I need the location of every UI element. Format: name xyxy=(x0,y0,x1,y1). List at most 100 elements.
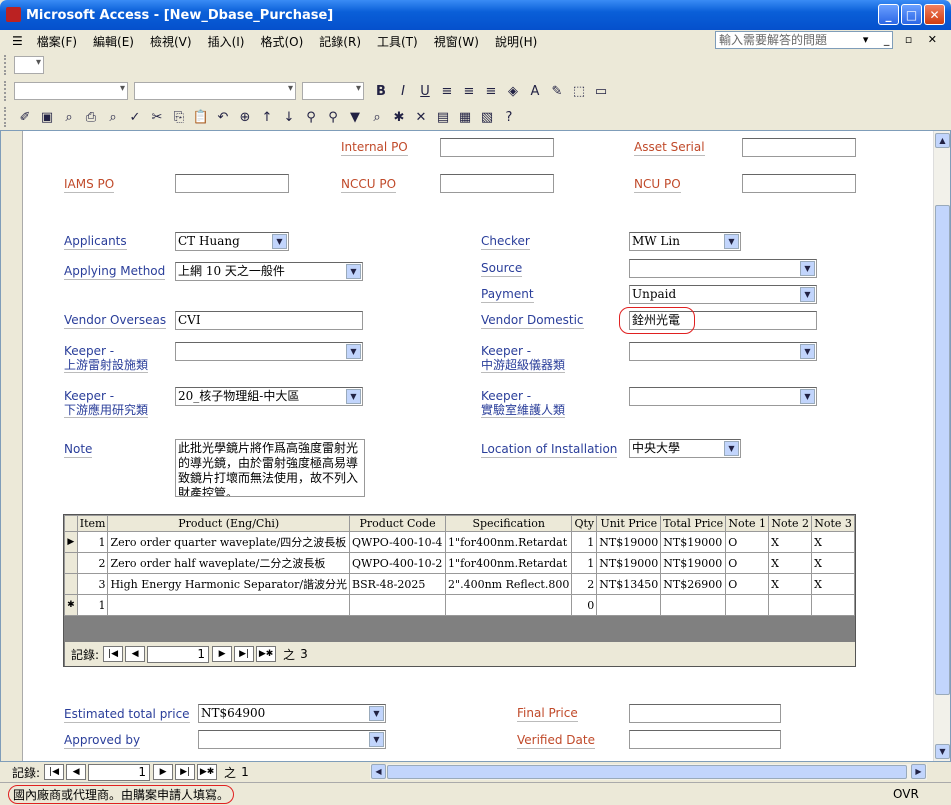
line-width-icon[interactable]: ▭ xyxy=(590,81,612,101)
estimated-total-combo[interactable]: NT$64900 ▼ xyxy=(198,704,386,723)
scroll-left-icon[interactable]: ◀ xyxy=(371,764,386,779)
checker-combo[interactable]: MW Lin ▼ xyxy=(629,232,741,251)
menu-file[interactable]: 檔案(F) xyxy=(29,33,85,50)
vertical-scroll-thumb[interactable] xyxy=(935,205,950,695)
col-header-product-code[interactable]: Product Code xyxy=(349,515,447,532)
italic-icon[interactable]: I xyxy=(392,81,414,101)
current-record-arrow-icon[interactable]: ▶ xyxy=(64,531,78,553)
asset-serial-field[interactable] xyxy=(742,138,856,157)
new-record-icon[interactable]: ✱ xyxy=(388,107,410,127)
cell-item[interactable]: 1 xyxy=(76,594,109,616)
sort-descending-icon[interactable]: ↓ xyxy=(278,107,300,127)
menu-tools[interactable]: 工具(T) xyxy=(369,33,426,50)
cell-item[interactable]: 1 xyxy=(76,531,109,553)
horizontal-scrollbar[interactable]: ◀ ▶ xyxy=(370,764,927,780)
table-row[interactable]: ▶ 1 Zero order quarter waveplate/四分之波長板 … xyxy=(64,531,855,553)
cell-unit-price[interactable]: NT$13450 xyxy=(596,573,662,595)
undo-icon[interactable]: ↶ xyxy=(212,107,234,127)
select-all-header[interactable] xyxy=(64,515,78,532)
record-selector-bar[interactable] xyxy=(1,131,23,761)
design-view-icon[interactable]: ✐ xyxy=(14,107,36,127)
line-color-icon[interactable]: ✎ xyxy=(546,81,568,101)
applying-method-combo[interactable]: 上網 10 天之一般件 ▼ xyxy=(175,262,363,281)
form-record-number[interactable]: 1 xyxy=(88,763,151,781)
keeper2-combo[interactable]: ▼ xyxy=(629,342,817,361)
chevron-down-icon[interactable]: ▼ xyxy=(272,234,287,249)
copy-icon[interactable]: ⎘ xyxy=(168,107,190,127)
vendor-overseas-field[interactable]: CVI xyxy=(175,311,363,330)
cell-total-price[interactable]: NT$26900 xyxy=(660,573,727,595)
menu-view[interactable]: 檢視(V) xyxy=(142,33,200,50)
cell-qty[interactable]: 0 xyxy=(571,594,598,616)
note-textarea[interactable]: 此批光學鏡片將作爲高強度雷射光的導光鏡，由於雷射強度極高易導致鏡片打壞而無法使用… xyxy=(175,439,365,497)
keeper4-combo[interactable]: ▼ xyxy=(629,387,817,406)
col-header-note2[interactable]: Note 2 xyxy=(768,515,813,532)
menu-insert[interactable]: 插入(I) xyxy=(200,33,253,50)
chevron-down-icon[interactable]: ▼ xyxy=(369,732,384,747)
cell-item[interactable]: 3 xyxy=(76,573,109,595)
maximize-button[interactable]: □ xyxy=(901,4,922,25)
cell-note1[interactable]: O xyxy=(725,552,770,574)
toolbar-grip[interactable] xyxy=(4,55,10,75)
first-record-icon[interactable]: |◀ xyxy=(103,646,124,662)
col-header-note1[interactable]: Note 1 xyxy=(725,515,770,532)
align-right-icon[interactable]: ≡ xyxy=(480,81,502,101)
table-row[interactable]: 3 High Energy Harmonic Separator/諧波分光 BS… xyxy=(64,573,855,595)
chevron-down-icon[interactable]: ▼ xyxy=(346,389,361,404)
toolbar-grip[interactable] xyxy=(4,81,10,101)
filter-by-selection-icon[interactable]: ⚲ xyxy=(300,107,322,127)
help-icon[interactable]: ? xyxy=(498,107,520,127)
cell-product-code[interactable]: BSR-48-2025 xyxy=(349,573,447,595)
cell-specification[interactable]: 1"for400nm.Retardat xyxy=(445,552,573,574)
cell-unit-price[interactable]: NT$19000 xyxy=(596,552,662,574)
menu-edit[interactable]: 編輯(E) xyxy=(85,33,142,50)
cell-qty[interactable]: 2 xyxy=(571,573,598,595)
col-header-product[interactable]: Product (Eng/Chi) xyxy=(107,515,351,532)
cut-icon[interactable]: ✂ xyxy=(146,107,168,127)
cell-product-code[interactable]: QWPO-400-10-4 xyxy=(349,531,447,553)
col-header-total-price[interactable]: Total Price xyxy=(660,515,727,532)
chevron-down-icon[interactable]: ▼ xyxy=(724,441,739,456)
menu-window[interactable]: 視窗(W) xyxy=(426,33,487,50)
filter-by-form-icon[interactable]: ⚲ xyxy=(322,107,344,127)
close-button[interactable]: ✕ xyxy=(924,4,945,25)
print-preview-icon[interactable]: ⌕ xyxy=(102,107,124,127)
paste-icon[interactable]: 📋 xyxy=(190,107,212,127)
cell-product[interactable]: Zero order half waveplate/二分之波長板 xyxy=(107,552,351,574)
database-window-icon[interactable]: ▦ xyxy=(454,107,476,127)
prev-record-icon[interactable]: ◀ xyxy=(66,764,87,780)
scroll-right-icon[interactable]: ▶ xyxy=(911,764,926,779)
chevron-down-icon[interactable]: ▼ xyxy=(800,261,815,276)
row-selector[interactable] xyxy=(64,552,78,574)
cell-product[interactable] xyxy=(107,594,351,616)
cell-product-code[interactable] xyxy=(349,594,447,616)
cell-specification[interactable] xyxy=(445,594,573,616)
source-combo[interactable]: ▼ xyxy=(629,259,817,278)
cell-total-price[interactable]: NT$19000 xyxy=(660,552,727,574)
cell-note2[interactable]: X xyxy=(768,573,813,595)
applicants-combo[interactable]: CT Huang ▼ xyxy=(175,232,289,251)
border-icon[interactable]: ⬚ xyxy=(568,81,590,101)
col-header-item[interactable]: Item xyxy=(76,515,109,532)
cell-product[interactable]: Zero order quarter waveplate/四分之波長板 xyxy=(107,531,351,553)
new-record-nav-icon[interactable]: ▶✱ xyxy=(197,764,218,780)
iams-po-field[interactable] xyxy=(175,174,289,193)
table-row[interactable]: 2 Zero order half waveplate/二分之波長板 QWPO-… xyxy=(64,552,855,574)
sort-ascending-icon[interactable]: ↑ xyxy=(256,107,278,127)
chevron-down-icon[interactable]: ▼ xyxy=(346,344,361,359)
cell-unit-price[interactable] xyxy=(596,594,662,616)
horizontal-scroll-thumb[interactable] xyxy=(387,765,907,779)
toolbar-grip[interactable] xyxy=(4,107,10,127)
chevron-down-icon[interactable]: ▼ xyxy=(369,706,384,721)
menu-help[interactable]: 說明(H) xyxy=(487,33,545,50)
vertical-scrollbar[interactable]: ▲ ▼ xyxy=(933,131,950,761)
col-header-qty[interactable]: Qty xyxy=(571,515,598,532)
search-file-icon[interactable]: ⌕ xyxy=(58,107,80,127)
nccu-po-field[interactable] xyxy=(440,174,554,193)
cell-total-price[interactable]: NT$19000 xyxy=(660,531,727,553)
save-icon[interactable]: ▣ xyxy=(36,107,58,127)
menu-format[interactable]: 格式(O) xyxy=(252,33,311,50)
cell-note3[interactable] xyxy=(811,594,855,616)
new-record-row[interactable]: ✱ 1 0 xyxy=(64,594,855,616)
internal-po-field[interactable] xyxy=(440,138,554,157)
